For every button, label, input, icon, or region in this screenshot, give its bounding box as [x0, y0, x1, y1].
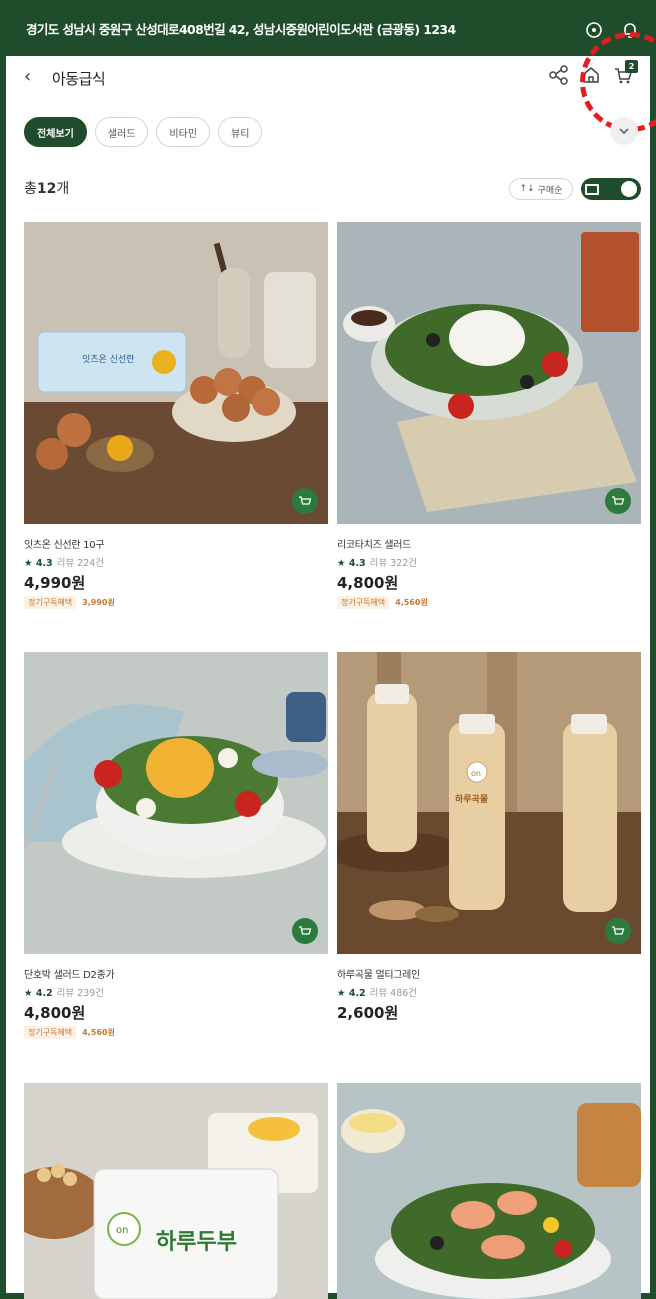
product-count: 총12개	[24, 178, 69, 198]
add-to-cart-button[interactable]	[292, 918, 318, 944]
product-card[interactable]	[337, 1083, 641, 1299]
subscription-value: 3,990원	[82, 598, 115, 607]
category-chips: 전체보기 샐러드 비타민 뷰티	[24, 117, 263, 147]
toggle-knob	[621, 181, 637, 197]
star-icon: ★	[337, 988, 349, 999]
product-price: 4,990원	[24, 574, 86, 592]
product-image[interactable]	[24, 652, 328, 954]
rating-score: 4.3	[35, 558, 53, 569]
sort-button[interactable]: ↑↓ 구매순	[509, 178, 573, 200]
product-card[interactable]: 단호박 샐러드 D2종가 ★ 4.2 리뷰 239건 4,800원 정기구독혜택 4…	[24, 652, 328, 1052]
product-image[interactable]: 잇츠온 신선란	[24, 222, 328, 524]
count-prefix: 총	[24, 181, 37, 197]
product-image[interactable]: on 하루곡물	[337, 652, 641, 954]
cart-add-icon	[612, 496, 625, 505]
list-view-icon	[585, 183, 599, 195]
subscription-price: 정기구독혜택 3,990원	[24, 596, 115, 609]
review-count: 리뷰 486건	[369, 988, 418, 999]
product-card[interactable]: 잇츠온 신선란 잇츠온 신선란 10구 ★ 4.3 리뷰 224건 4,990원 …	[24, 222, 328, 622]
subscription-value: 4,560원	[395, 598, 428, 607]
delivery-address[interactable]: 경기도 성남시 중원구 산성대로408번길 42, 성남시중원어린이도서관 (금…	[26, 19, 456, 38]
sort-label: 구매순	[537, 185, 563, 196]
product-name[interactable]: 리코타치즈 샐러드	[337, 536, 411, 551]
product-card[interactable]: on 하루곡물 하루곡물 멀티그레인 ★ 4.2 리뷰 486건 2,600원	[337, 652, 641, 1052]
page-header: ‹ 아동급식 2	[0, 56, 656, 102]
product-image[interactable]	[337, 1083, 641, 1299]
product-rating: ★ 4.3 리뷰 322건	[337, 555, 417, 569]
star-icon: ★	[24, 558, 36, 569]
back-button[interactable]: ‹	[24, 66, 31, 87]
product-price: 4,800원	[24, 1004, 86, 1022]
product-image[interactable]	[337, 222, 641, 524]
subscription-value: 4,560원	[82, 1028, 115, 1037]
subscription-label: 정기구독혜택	[24, 596, 77, 609]
address-bar[interactable]: 경기도 성남시 중원구 산성대로408번길 42, 성남시중원어린이도서관 (금…	[0, 0, 656, 56]
subscription-label: 정기구독혜택	[337, 596, 390, 609]
cart-add-icon	[612, 926, 625, 935]
review-count: 리뷰 224건	[56, 558, 105, 569]
product-image[interactable]: on 하루두부	[24, 1083, 328, 1299]
product-card[interactable]: 리코타치즈 샐러드 ★ 4.3 리뷰 322건 4,800원 정기구독혜택 4,56…	[337, 222, 641, 622]
expand-chips-button[interactable]	[610, 117, 638, 145]
star-icon: ★	[337, 558, 349, 569]
subscription-price: 정기구독혜택 4,560원	[24, 1026, 115, 1039]
subscription-price: 정기구독혜택 4,560원	[337, 596, 428, 609]
chip-salad[interactable]: 샐러드	[94, 117, 149, 147]
add-to-cart-button[interactable]	[605, 918, 631, 944]
product-name[interactable]: 하루곡물 멀티그레인	[337, 966, 420, 981]
egg-pack-label: 잇츠온 신선란	[82, 353, 135, 365]
rating-score: 4.3	[348, 558, 366, 569]
product-rating: ★ 4.3 리뷰 224건	[24, 555, 104, 569]
product-name[interactable]: 잇츠온 신선란 10구	[24, 536, 104, 551]
cart-add-icon	[299, 496, 312, 505]
star-icon: ★	[24, 988, 36, 999]
product-rating: ★ 4.2 리뷰 239건	[24, 985, 104, 999]
share-icon[interactable]	[548, 64, 570, 86]
product-price: 4,800원	[337, 574, 399, 592]
tofu-name: 하루두부	[156, 1230, 237, 1255]
bottle-brand: on	[471, 769, 481, 778]
rating-score: 4.2	[348, 988, 366, 999]
location-icon[interactable]	[584, 20, 604, 40]
chip-all[interactable]: 전체보기	[24, 117, 87, 147]
view-toggle[interactable]	[581, 178, 641, 200]
cart-add-icon	[299, 926, 312, 935]
product-price: 2,600원	[337, 1004, 399, 1022]
tofu-brand: on	[116, 1225, 128, 1236]
rating-score: 4.2	[35, 988, 53, 999]
bottle-name: 하루곡물	[455, 793, 488, 805]
chevron-down-icon	[619, 128, 629, 135]
subscription-label: 정기구독혜택	[24, 1026, 77, 1039]
review-count: 리뷰 239건	[56, 988, 105, 999]
add-to-cart-button[interactable]	[292, 488, 318, 514]
review-count: 리뷰 322건	[369, 558, 418, 569]
chip-beauty[interactable]: 뷰티	[218, 117, 263, 147]
sort-icon: ↑↓	[519, 184, 535, 194]
chip-vitamin[interactable]: 비타민	[156, 117, 211, 147]
product-card[interactable]: on 하루두부	[24, 1083, 328, 1299]
add-to-cart-button[interactable]	[605, 488, 631, 514]
page-title: 아동급식	[52, 70, 106, 88]
count-number: 12	[36, 181, 57, 197]
product-name[interactable]: 단호박 샐러드 D2종가	[24, 966, 115, 981]
count-suffix: 개	[56, 181, 70, 197]
product-rating: ★ 4.2 리뷰 486건	[337, 985, 417, 999]
